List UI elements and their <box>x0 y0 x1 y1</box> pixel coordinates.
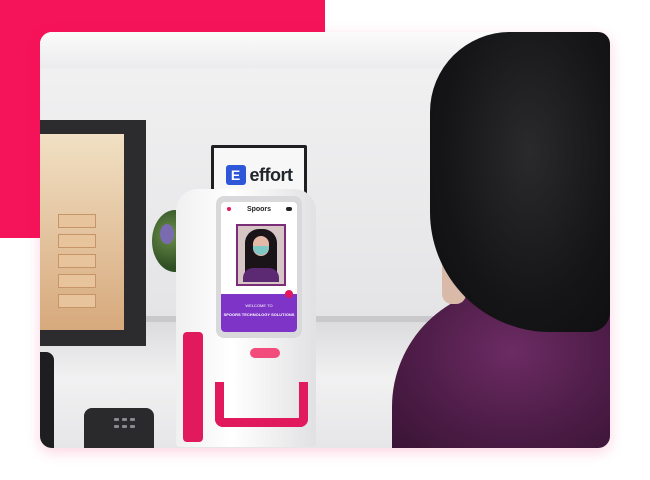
keypad-key <box>122 418 127 421</box>
kiosk-pink-base-loop <box>215 382 308 427</box>
keypad-key <box>114 418 119 421</box>
welcome-line-2: SPOORS TECHNOLOGY SOLUTIONS <box>223 312 295 317</box>
welcome-bar: WELCOME TO SPOORS TECHNOLOGY SOLUTIONS <box>221 290 297 332</box>
preview-body <box>243 268 279 282</box>
door-panel <box>58 294 96 308</box>
keypad-key <box>122 425 127 428</box>
door-panel <box>58 214 96 228</box>
door-panel <box>58 234 96 248</box>
kiosk-card-slot <box>250 348 280 358</box>
kiosk-pink-stand <box>183 332 203 442</box>
door-panel <box>58 274 96 288</box>
card-reader-device <box>84 408 154 448</box>
wall-sign-text: effort <box>249 164 294 185</box>
kiosk-scene-photo: E effort Spoors WELCOME TO SPOORS TECHNO… <box>40 32 610 448</box>
kiosk-screen: Spoors WELCOME TO SPOORS TECHNOLOGY SOLU… <box>221 202 297 332</box>
keypad-key <box>130 418 135 421</box>
doorway <box>40 134 124 330</box>
door-panel <box>58 254 96 268</box>
keypad-key <box>114 425 119 428</box>
badge-icon <box>285 290 293 298</box>
keypad-key <box>130 425 135 428</box>
chair <box>40 352 54 448</box>
camera-preview <box>236 224 286 286</box>
person-hair <box>430 32 610 332</box>
effort-logo-icon: E <box>225 165 246 185</box>
plant-flower <box>160 224 174 244</box>
welcome-line-1: WELCOME TO <box>245 303 273 308</box>
toggle-icon <box>286 207 292 211</box>
